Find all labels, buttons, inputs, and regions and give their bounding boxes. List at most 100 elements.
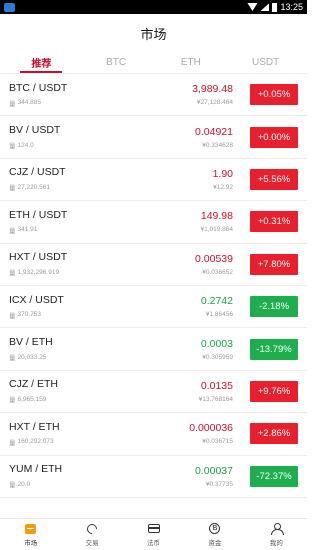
cny-price: ¥0.334628 bbox=[202, 141, 233, 149]
nav-item-trade[interactable]: 交易 bbox=[61, 519, 122, 550]
nav-label: 交易 bbox=[85, 539, 99, 547]
last-price: 3,989.48 bbox=[192, 83, 233, 96]
volume-icon: 量 bbox=[9, 355, 16, 363]
volume: 量 20.0 bbox=[9, 479, 117, 490]
pair-name: CJZ / ETH bbox=[9, 378, 58, 391]
tab-eth[interactable]: ETH bbox=[154, 52, 229, 73]
page-title: 市场 bbox=[140, 26, 167, 42]
otc-icon bbox=[147, 524, 160, 533]
volume: 量 160,292.073 bbox=[9, 437, 117, 447]
change-badge[interactable]: +0.31% bbox=[250, 211, 298, 233]
tab-btc[interactable]: BTC bbox=[79, 52, 154, 73]
nav-item-assets[interactable]: B 资金 bbox=[184, 519, 245, 550]
volume-icon: 量 bbox=[9, 439, 16, 447]
profile-icon bbox=[270, 522, 284, 535]
price-column: 0.00539 ¥0.036652 bbox=[117, 253, 250, 276]
pair-column: ICX / USDT 量 370.753 bbox=[9, 294, 117, 320]
market-row[interactable]: BV / USDT 量 124.0 0.04921 ¥0.334628 +0.00% bbox=[0, 116, 307, 159]
page-header: 市场 bbox=[0, 14, 307, 52]
market-row[interactable]: ICX / USDT 量 370.753 0.2742 ¥1.86456 -2.18% bbox=[0, 286, 307, 329]
bottom-nav: 市场 交易 法币 B 资金 我的 bbox=[0, 518, 307, 550]
volume-value: 341.91 bbox=[17, 226, 38, 234]
volume: 量 1,932,296.919 bbox=[9, 267, 117, 278]
change-badge[interactable]: +7.80% bbox=[250, 253, 298, 275]
change-badge[interactable]: +0.00% bbox=[250, 126, 298, 148]
pair-name: HXT / ETH bbox=[9, 420, 60, 433]
tab-usdt[interactable]: USDT bbox=[228, 52, 303, 73]
market-row[interactable]: YUM / ETH 量 20.0 0.00037 ¥0.37735 -72.37% bbox=[0, 456, 307, 498]
volume-icon: 量 bbox=[9, 482, 16, 490]
last-price: 0.0135 bbox=[200, 379, 233, 392]
battery-icon bbox=[272, 2, 278, 12]
market-row[interactable]: BV / ETH 量 20,033.25 0.0003 ¥0.305959 -13.79% bbox=[0, 328, 307, 371]
price-column: 0.0135 ¥13.768164 bbox=[117, 380, 250, 403]
volume-value: 370.753 bbox=[17, 311, 42, 319]
volume-icon: 量 bbox=[9, 397, 16, 405]
price-column: 149.98 ¥1,019.864 bbox=[117, 210, 250, 233]
volume-value: 344.885 bbox=[17, 99, 42, 107]
cny-price: ¥27,128.464 bbox=[196, 99, 233, 107]
cny-price: ¥13.768164 bbox=[198, 395, 233, 403]
market-row[interactable]: HXT / USDT 量 1,932,296.919 0.00539 ¥0.036652… bbox=[0, 244, 307, 286]
cny-price: ¥0.305959 bbox=[202, 353, 233, 361]
pair-name: CJZ / USDT bbox=[9, 166, 66, 179]
change-badge[interactable]: -72.37% bbox=[250, 465, 298, 487]
volume-icon: 量 bbox=[9, 312, 16, 320]
last-price: 0.0003 bbox=[200, 337, 233, 350]
pair-column: CJZ / ETH 量 6,965.159 bbox=[9, 378, 117, 404]
price-column: 1.90 ¥12.92 bbox=[117, 168, 250, 191]
market-row[interactable]: BTC / USDT 量 344.885 3,989.48 ¥27,128.464 +0.… bbox=[0, 74, 307, 117]
volume: 量 124.0 bbox=[9, 140, 117, 151]
pair-name: BV / ETH bbox=[9, 336, 53, 349]
pair-column: ETH / USDT 量 341.91 bbox=[9, 209, 117, 235]
pair-column: HXT / USDT 量 1,932,296.919 bbox=[9, 251, 117, 277]
volume-value: 27,220.561 bbox=[17, 183, 51, 191]
price-column: 0.2742 ¥1.86456 bbox=[117, 295, 250, 318]
change-badge[interactable]: +2.86% bbox=[250, 423, 298, 445]
market-tabs: 推荐 BTC ETH USDT bbox=[0, 52, 307, 74]
change-badge[interactable]: +5.56% bbox=[250, 168, 298, 190]
pair-column: BV / ETH 量 20,033.25 bbox=[9, 336, 117, 362]
pair-name: BV / USDT bbox=[9, 124, 61, 137]
price-column: 0.04921 ¥0.334628 bbox=[117, 126, 250, 149]
change-badge[interactable]: -13.79% bbox=[250, 338, 298, 360]
tab-label: USDT bbox=[252, 57, 280, 68]
last-price: 0.000036 bbox=[189, 422, 233, 435]
pair-column: HXT / ETH 量 160,292.073 bbox=[9, 421, 117, 447]
volume: 量 370.753 bbox=[9, 310, 117, 320]
cny-price: ¥1.86456 bbox=[205, 311, 233, 319]
volume-icon: 量 bbox=[9, 270, 16, 278]
nav-item-market[interactable]: 市场 bbox=[0, 519, 61, 550]
market-row[interactable]: ETH / USDT 量 341.91 149.98 ¥1,019.864 +0.31% bbox=[0, 201, 307, 244]
nav-item-profile[interactable]: 我的 bbox=[246, 519, 307, 550]
change-badge[interactable]: +0.05% bbox=[250, 84, 298, 106]
volume: 量 20,033.25 bbox=[9, 352, 117, 363]
pair-name: HXT / USDT bbox=[9, 251, 68, 264]
market-row[interactable]: CJZ / ETH 量 6,965.159 0.0135 ¥13.768164 +9.76… bbox=[0, 371, 307, 414]
pair-column: BV / USDT 量 124.0 bbox=[9, 124, 117, 150]
tab-label: ETH bbox=[180, 57, 201, 68]
last-price: 0.2742 bbox=[200, 295, 233, 308]
nav-label: 市场 bbox=[24, 539, 38, 547]
market-icon bbox=[25, 523, 37, 534]
pair-name: YUM / ETH bbox=[9, 463, 63, 476]
volume-icon: 量 bbox=[9, 143, 16, 151]
pair-column: YUM / ETH 量 20.0 bbox=[9, 463, 117, 489]
change-badge[interactable]: -2.18% bbox=[250, 296, 298, 318]
nav-item-otc[interactable]: 法币 bbox=[123, 519, 184, 550]
market-row[interactable]: CJZ / USDT 量 27,220.561 1.90 ¥12.92 +5.56% bbox=[0, 159, 307, 202]
tab-recommended[interactable]: 推荐 bbox=[4, 52, 79, 73]
price-column: 0.00037 ¥0.37735 bbox=[117, 465, 250, 488]
last-price: 1.90 bbox=[212, 167, 233, 180]
market-list: BTC / USDT 量 344.885 3,989.48 ¥27,128.464 +0.… bbox=[0, 74, 307, 498]
volume-icon: 量 bbox=[9, 100, 16, 108]
change-badge[interactable]: +9.76% bbox=[250, 380, 298, 402]
app-icon bbox=[4, 2, 15, 12]
cny-price: ¥0.036652 bbox=[202, 268, 233, 276]
volume-icon: 量 bbox=[9, 227, 16, 235]
status-time: 13:25 bbox=[280, 2, 303, 12]
market-row[interactable]: HXT / ETH 量 160,292.073 0.000036 ¥0.036715 +2… bbox=[0, 413, 307, 456]
volume-value: 20.0 bbox=[17, 480, 31, 488]
volume-icon: 量 bbox=[9, 185, 16, 193]
cny-price: ¥0.036715 bbox=[202, 438, 233, 446]
